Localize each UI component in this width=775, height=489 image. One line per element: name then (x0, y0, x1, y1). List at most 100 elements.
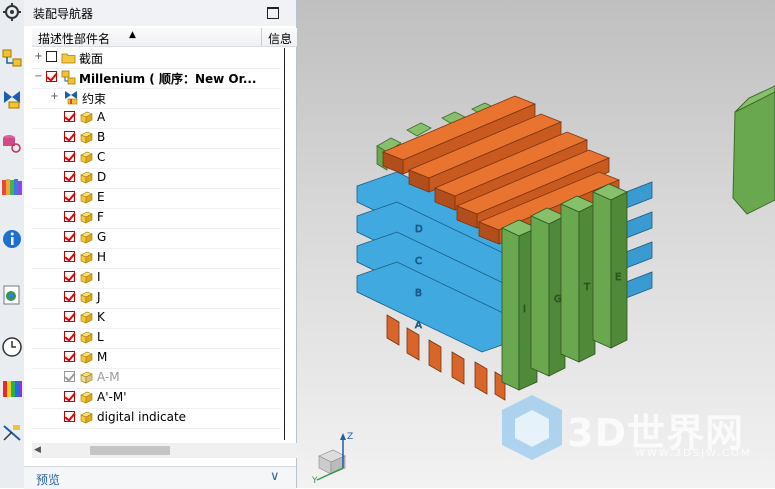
expand-icon[interactable]: + (50, 92, 59, 102)
tree-row-label: A-M (97, 370, 120, 384)
expand-icon[interactable]: + (34, 52, 43, 62)
tree-row-part[interactable]: K (32, 308, 281, 329)
process-icon[interactable] (1, 422, 23, 444)
tree-row-part[interactable]: A (32, 108, 281, 129)
tree-row-label: K (97, 310, 105, 324)
chevron-down-icon[interactable]: ∨ (270, 469, 280, 484)
svg-text:E: E (615, 272, 621, 283)
column-separator[interactable] (261, 28, 262, 46)
visibility-checkbox[interactable] (64, 151, 75, 162)
tree-row-part[interactable]: L (32, 328, 281, 349)
history-icon[interactable] (1, 336, 23, 358)
visibility-checkbox[interactable] (64, 111, 75, 122)
visibility-checkbox[interactable] (46, 51, 57, 62)
tree-row-part[interactable]: E (32, 188, 281, 209)
visibility-checkbox[interactable] (64, 411, 75, 422)
part-icon (80, 151, 93, 164)
assembly-tree: + 截面 − Millenium ( 顺序：New Or... + 约束 A B C D E F G H I… (32, 48, 281, 440)
visibility-checkbox[interactable] (64, 271, 75, 282)
visibility-checkbox[interactable] (64, 311, 75, 322)
tree-row-part[interactable]: A'-M' (32, 388, 281, 409)
assembly-icon (61, 70, 76, 85)
navigator-title-bar: 装配导航器 (24, 0, 296, 26)
info-icon[interactable] (1, 228, 23, 250)
part-icon (80, 331, 93, 344)
visibility-checkbox[interactable] (64, 131, 75, 142)
tree-row-label: 约束 (82, 92, 107, 106)
tree-row-label: M (97, 350, 108, 364)
tree-row-label: D (97, 170, 107, 184)
constraint-navigator-icon[interactable] (1, 88, 23, 110)
sort-ascending-icon[interactable]: ▲ (129, 30, 136, 40)
tree-row-part[interactable]: J (32, 288, 281, 309)
web-browser-icon[interactable] (1, 284, 23, 306)
preview-section[interactable]: 预览 ∨ (24, 466, 296, 489)
part-icon (80, 391, 93, 404)
visibility-checkbox[interactable] (46, 71, 57, 82)
column-header: 描述性部件名 ▲ 信息 (32, 28, 310, 47)
gear-icon[interactable] (1, 2, 23, 24)
graphics-viewport[interactable]: D C B A I G T E 3D世界网 WWW.3DSJW.COM Z Y (297, 0, 775, 488)
visibility-checkbox[interactable] (64, 191, 75, 202)
tree-row-label: J (97, 290, 101, 304)
assembly-navigator-icon[interactable] (1, 48, 23, 70)
preview-label: 预览 (36, 473, 61, 487)
column-header-info[interactable]: 信息 (268, 30, 292, 47)
tree-row-constraint[interactable]: + 约束 (32, 88, 281, 109)
visibility-checkbox[interactable] (64, 331, 75, 342)
visibility-checkbox[interactable] (64, 351, 75, 362)
svg-text:G: G (554, 294, 562, 305)
part-icon (80, 351, 93, 364)
tree-row-part[interactable]: G (32, 228, 281, 249)
visibility-checkbox[interactable] (64, 291, 75, 302)
maximize-icon[interactable] (267, 7, 279, 19)
scrollbar-thumb[interactable] (90, 446, 170, 455)
tree-row-part[interactable]: I (32, 268, 281, 289)
tree-row-part[interactable]: digital indicate (32, 408, 281, 429)
column-header-description[interactable]: 描述性部件名 (38, 30, 110, 47)
tree-row-label: B (97, 130, 106, 144)
tree-row-label: G (97, 230, 107, 244)
reuse-library-icon[interactable] (1, 176, 23, 198)
visibility-checkbox[interactable] (64, 371, 75, 382)
part-icon (80, 251, 93, 264)
palette-icon[interactable] (1, 378, 23, 400)
tree-row-label: E (97, 190, 105, 204)
tree-row-label: A'-M' (97, 390, 127, 404)
part-icon (80, 411, 93, 424)
visibility-checkbox[interactable] (64, 171, 75, 182)
tree-row-label: F (97, 210, 104, 224)
svg-text:C: C (415, 256, 422, 267)
part-icon (80, 191, 93, 204)
tree-row-assembly[interactable]: − Millenium ( 顺序：New Or... (32, 68, 281, 89)
visibility-checkbox[interactable] (64, 231, 75, 242)
part-icon (80, 371, 93, 384)
tree-row-label: C (97, 150, 106, 164)
tree-row-label: L (97, 330, 104, 344)
svg-text:T: T (583, 282, 591, 293)
detached-green-piece[interactable] (732, 85, 775, 215)
tree-row-part[interactable]: D (32, 168, 281, 189)
visibility-checkbox[interactable] (64, 211, 75, 222)
tree-row-part[interactable]: B (32, 128, 281, 149)
part-icon (80, 311, 93, 324)
tree-row-part[interactable]: F (32, 208, 281, 229)
svg-text:I: I (523, 304, 526, 315)
folder-icon (61, 53, 76, 64)
tree-row-part[interactable]: H (32, 248, 281, 269)
watermark-url: WWW.3DSJW.COM (635, 448, 752, 459)
tree-row-label: I (97, 270, 101, 284)
visibility-checkbox[interactable] (64, 251, 75, 262)
horizontal-scrollbar[interactable]: ◀ ▶ (32, 443, 310, 458)
tree-row-part[interactable]: C (32, 148, 281, 169)
tree-row-label: 截面 (79, 52, 104, 66)
coordinate-triad-icon: Z Y (311, 432, 353, 484)
visibility-checkbox[interactable] (64, 391, 75, 402)
part-navigator-icon[interactable] (1, 132, 23, 154)
tree-row-folder[interactable]: + 截面 (32, 48, 281, 69)
tree-row-part[interactable]: A-M (32, 368, 281, 389)
scroll-left-icon[interactable]: ◀ (34, 445, 41, 455)
assembly-navigator-panel: 装配导航器 描述性部件名 ▲ 信息 + 截面 − Millenium ( 顺序：New… (24, 0, 310, 489)
tree-row-part[interactable]: M (32, 348, 281, 369)
collapse-icon[interactable]: − (34, 72, 43, 82)
